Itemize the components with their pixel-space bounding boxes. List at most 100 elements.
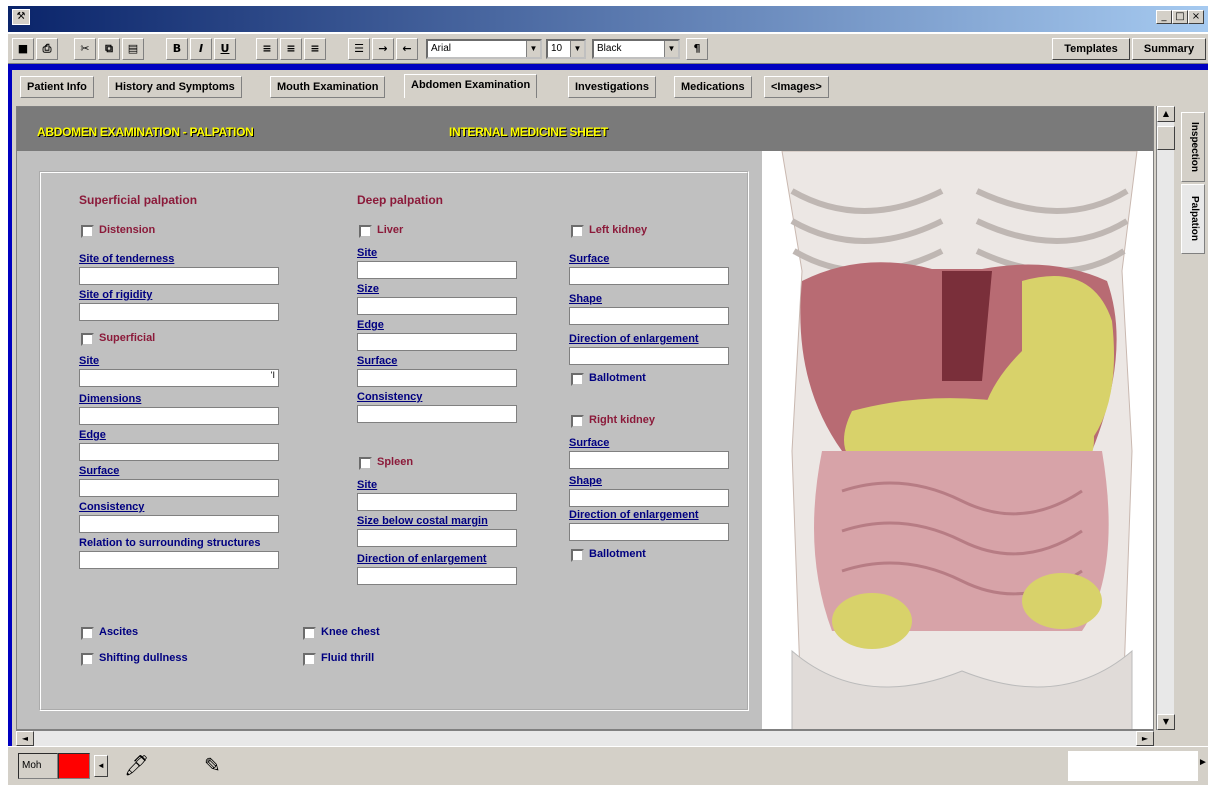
- liver-edge-field[interactable]: [357, 333, 517, 351]
- draw-tools-icon[interactable]: 🖊: [124, 751, 184, 781]
- color-select[interactable]: Black ▼: [592, 39, 680, 59]
- rk-ballotment-checkbox[interactable]: [571, 549, 584, 562]
- right-kidney-checkbox[interactable]: [571, 415, 584, 428]
- lk-direction-field[interactable]: [569, 347, 729, 365]
- chevron-right-icon[interactable]: ►: [1198, 757, 1208, 768]
- banner-title: ABDOMEN EXAMINATION - PALPATION: [37, 125, 254, 139]
- scroll-left-icon[interactable]: ◄: [16, 731, 34, 746]
- chevron-left-icon[interactable]: ◄: [94, 755, 108, 777]
- side-tab-palpation[interactable]: Palpation: [1181, 184, 1205, 254]
- tab-images[interactable]: <Images>: [764, 76, 829, 98]
- tab-abdomen[interactable]: Abdomen Examination: [404, 74, 538, 98]
- dimensions-field[interactable]: [79, 407, 279, 425]
- palpation-panel: Superficial palpation Distension Site of…: [39, 171, 749, 711]
- scroll-up-icon[interactable]: ▲: [1157, 106, 1175, 122]
- liver-site-field[interactable]: [357, 261, 517, 279]
- align-center-icon[interactable]: ≡: [280, 38, 302, 60]
- lk-surface-field[interactable]: [569, 267, 729, 285]
- horizontal-scrollbar[interactable]: ◄ ►: [16, 730, 1154, 746]
- indent-icon[interactable]: →: [372, 38, 394, 60]
- minimize-button[interactable]: _: [1156, 10, 1172, 24]
- lk-ballotment-checkbox[interactable]: [571, 373, 584, 386]
- knee-chest-checkbox[interactable]: [303, 627, 316, 640]
- lk-shape-field[interactable]: [569, 307, 729, 325]
- align-right-icon[interactable]: ≡: [304, 38, 326, 60]
- edge-label: Edge: [79, 429, 106, 441]
- liver-consistency-label: Consistency: [357, 391, 423, 403]
- italic-button[interactable]: I: [190, 38, 212, 60]
- format-icon[interactable]: ¶: [686, 38, 708, 60]
- close-button[interactable]: ×: [1188, 10, 1204, 24]
- ascites-checkbox[interactable]: [81, 627, 94, 640]
- liver-checkbox[interactable]: [359, 225, 372, 238]
- cut-icon[interactable]: ✂: [74, 38, 96, 60]
- lk-surface-label: Surface: [569, 253, 610, 265]
- site-tenderness-field[interactable]: [79, 267, 279, 285]
- superficial-checkbox[interactable]: [81, 333, 94, 346]
- spleen-site-field[interactable]: [357, 493, 517, 511]
- font-size-select[interactable]: 10 ▼: [546, 39, 586, 59]
- title-bar: ⚒ _ □ ×: [8, 6, 1208, 32]
- site-tenderness-label: Site of tenderness: [79, 253, 175, 265]
- align-left-icon[interactable]: ≡: [256, 38, 278, 60]
- surface-field[interactable]: [79, 479, 279, 497]
- liver-consistency-field[interactable]: [357, 405, 517, 423]
- summary-button[interactable]: Summary: [1132, 38, 1206, 60]
- deep-title: Deep palpation: [357, 193, 444, 207]
- print-icon[interactable]: ⎙: [36, 38, 58, 60]
- knee-chest-label: Knee chest: [321, 626, 380, 638]
- liver-surface-field[interactable]: [357, 369, 517, 387]
- paste-icon[interactable]: ▤: [122, 38, 144, 60]
- underline-button[interactable]: U: [214, 38, 236, 60]
- dimensions-label: Dimensions: [79, 393, 142, 405]
- liver-size-label: Size: [357, 283, 380, 295]
- app-icon[interactable]: ⚒: [12, 9, 30, 25]
- site-rigidity-field[interactable]: [79, 303, 279, 321]
- scroll-right-icon[interactable]: ►: [1136, 731, 1154, 746]
- templates-button[interactable]: Templates: [1052, 38, 1130, 60]
- side-tab-inspection[interactable]: Inspection: [1181, 112, 1205, 182]
- site-field[interactable]: 'I: [79, 369, 279, 387]
- rk-direction-field[interactable]: [569, 523, 729, 541]
- bold-button[interactable]: B: [166, 38, 188, 60]
- copy-icon[interactable]: ⧉: [98, 38, 120, 60]
- abdomen-anatomy-image[interactable]: [762, 151, 1153, 729]
- maximize-button[interactable]: □: [1172, 10, 1188, 24]
- tab-medications[interactable]: Medications: [674, 76, 752, 98]
- scroll-thumb[interactable]: [1157, 126, 1175, 150]
- left-kidney-checkbox[interactable]: [571, 225, 584, 238]
- color-select-value: Black: [597, 43, 622, 54]
- shifting-checkbox[interactable]: [81, 653, 94, 666]
- vertical-scrollbar[interactable]: ▲ ▼: [1156, 106, 1175, 730]
- tab-mouth[interactable]: Mouth Examination: [270, 76, 386, 98]
- rk-surface-field[interactable]: [569, 451, 729, 469]
- pen-tool-icon[interactable]: ✎: [204, 751, 244, 781]
- rk-shape-field[interactable]: [569, 489, 729, 507]
- site-label: Site: [79, 355, 100, 367]
- bullet-list-icon[interactable]: ☰: [348, 38, 370, 60]
- outdent-icon[interactable]: ←: [396, 38, 418, 60]
- font-select[interactable]: Arial ▼: [426, 39, 542, 59]
- size-below-label: Size below costal margin: [357, 515, 488, 527]
- rk-ballotment-label: Ballotment: [589, 548, 646, 560]
- right-kidney-label: Right kidney: [589, 414, 656, 426]
- tab-patient-info[interactable]: Patient Info: [20, 76, 94, 98]
- liver-size-field[interactable]: [357, 297, 517, 315]
- tab-investigations[interactable]: Investigations: [568, 76, 656, 98]
- banner-subtitle: INTERNAL MEDICINE SHEET: [449, 125, 608, 139]
- scroll-down-icon[interactable]: ▼: [1157, 714, 1175, 730]
- tab-history[interactable]: History and Symptoms: [108, 76, 242, 98]
- size-below-field[interactable]: [357, 529, 517, 547]
- rk-shape-label: Shape: [569, 475, 603, 487]
- font-size-value: 10: [551, 43, 563, 54]
- relation-field[interactable]: [79, 551, 279, 569]
- fluid-thrill-checkbox[interactable]: [303, 653, 316, 666]
- spleen-direction-field[interactable]: [357, 567, 517, 585]
- consistency-field[interactable]: [79, 515, 279, 533]
- edge-field[interactable]: [79, 443, 279, 461]
- lk-direction-label: Direction of enlargement: [569, 333, 699, 345]
- spleen-checkbox[interactable]: [359, 457, 372, 470]
- distension-checkbox[interactable]: [81, 225, 94, 238]
- status-color-swatch[interactable]: [58, 753, 90, 779]
- save-icon[interactable]: ■: [12, 38, 34, 60]
